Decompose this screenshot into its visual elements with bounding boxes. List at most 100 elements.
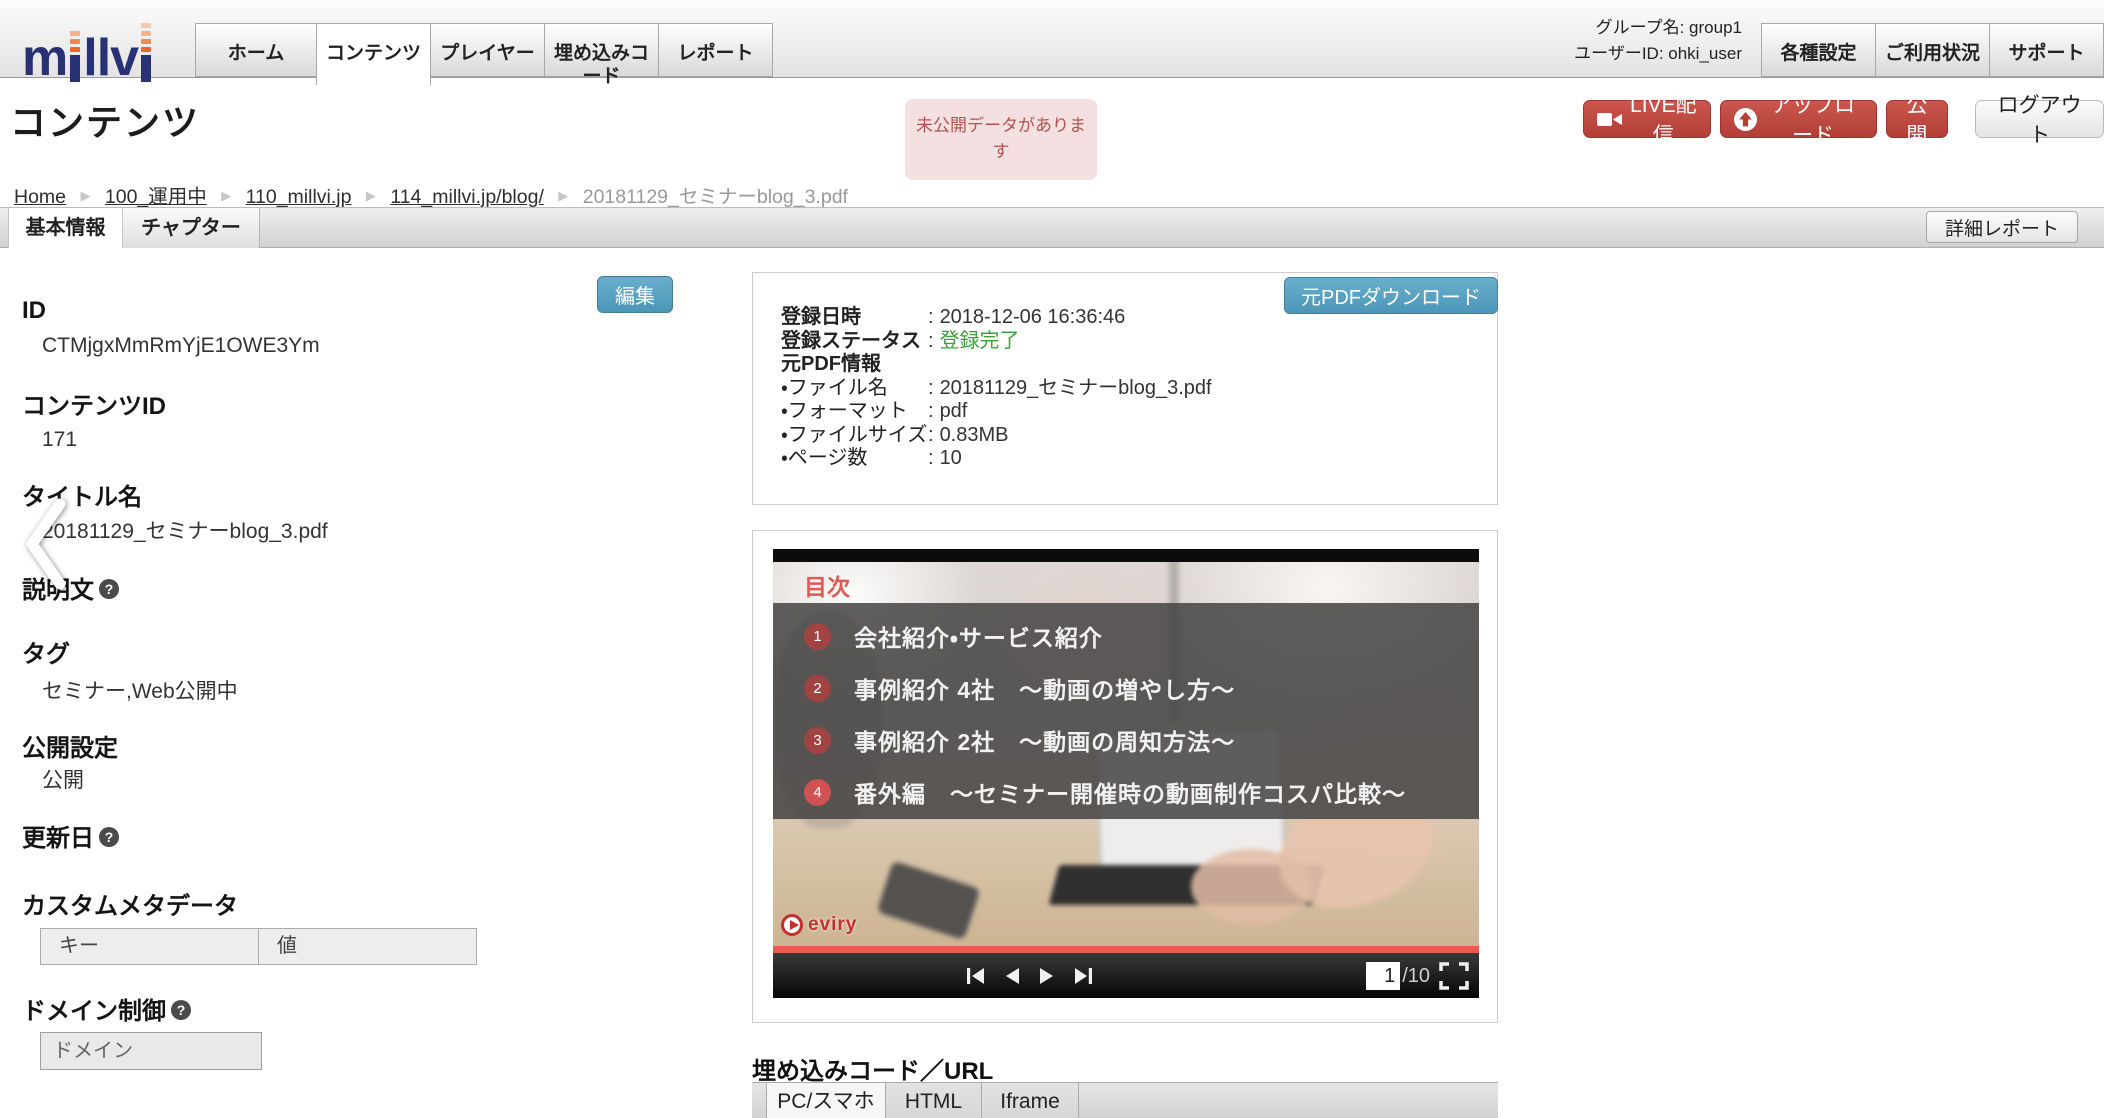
eviry-logo: eviry	[781, 914, 857, 936]
tags-value: セミナー,Web公開中	[42, 680, 238, 703]
player-progress-bar[interactable]	[773, 946, 1479, 953]
registration-row: ・ページ数:10	[781, 447, 962, 469]
top-bar: m llv ホーム コンテンツ プレイヤー 埋め込みコード レポート グループ名…	[0, 0, 2104, 87]
edit-button[interactable]: 編集	[597, 276, 673, 313]
toc-number-badge: 3	[804, 726, 831, 754]
tab-pc-smartphone[interactable]: PC/スマホ	[766, 1083, 886, 1118]
upload-button[interactable]: アップロード	[1719, 94, 1877, 147]
group-name: グループ名: group1	[1595, 18, 1742, 37]
page: m llv ホーム コンテンツ プレイヤー 埋め込みコード レポート グループ名…	[0, 0, 2104, 1118]
utility-nav: 各種設定 ご利用状況 サポート	[1761, 23, 2104, 77]
tab-settings[interactable]: 各種設定	[1761, 23, 1876, 77]
metadata-value-header: 値	[258, 929, 476, 964]
publish-button[interactable]: 公開	[1885, 94, 1949, 147]
tab-report[interactable]: レポート	[658, 23, 773, 77]
registration-rows: 登録日時:2018-12-06 16:36:46 登録ステータス: 登録完了 元P…	[781, 306, 1212, 471]
logo-text: llv	[83, 29, 139, 87]
custom-metadata-table: キー 値	[40, 928, 477, 965]
breadcrumb-link-folder-114[interactable]: 114_millvi.jp/blog/	[390, 186, 544, 208]
help-icon[interactable]: ?	[99, 827, 119, 847]
tab-contents[interactable]: コンテンツ	[316, 23, 431, 85]
millvi-logo[interactable]: m llv	[22, 20, 154, 87]
help-icon[interactable]: ?	[171, 1000, 191, 1020]
player-top-bar	[773, 549, 1479, 562]
tab-basic-info[interactable]: 基本情報	[8, 208, 123, 248]
content-id-value: 171	[42, 428, 78, 451]
toc-item: 4 番外編 ～セミナー開催時の動画制作コスパ比較～	[804, 775, 1406, 809]
previous-content-chevron-icon[interactable]	[20, 496, 72, 592]
toc-number-badge: 4	[804, 778, 831, 806]
breadcrumb-link-home[interactable]: Home	[14, 186, 66, 208]
section-tab-strip: 基本情報 チャプター	[0, 207, 2104, 248]
logo-i-bars-icon	[141, 20, 152, 82]
tab-home[interactable]: ホーム	[195, 23, 317, 77]
tab-chapter[interactable]: チャプター	[123, 208, 260, 248]
previous-page-icon[interactable]	[1002, 964, 1022, 988]
title-value: 20181129_セミナーblog_3.pdf	[42, 520, 328, 543]
registration-row: ・ファイル名:20181129_セミナーblog_3.pdf	[781, 376, 1212, 399]
video-camera-icon	[1597, 112, 1623, 127]
updated-date-label: 更新日?	[22, 826, 119, 852]
publish-setting-label: 公開設定	[22, 735, 118, 762]
embed-code-heading: 埋め込みコード／URL	[752, 1058, 994, 1085]
next-page-icon[interactable]	[1037, 964, 1057, 988]
domain-input[interactable]	[40, 1032, 262, 1070]
page-title: コンテンツ	[10, 102, 201, 143]
tab-support[interactable]: サポート	[1989, 23, 2104, 77]
breadcrumb-separator-icon: ▶	[365, 188, 376, 203]
pdf-player: 目次 1 会社紹介・サービス紹介 2 事例紹介 4社 ～動画の増やし方～ 3 事…	[773, 549, 1479, 998]
content-id-label: コンテンツID	[22, 393, 166, 420]
player-control-bar: /10	[773, 953, 1479, 998]
upload-arrow-icon	[1733, 107, 1757, 131]
breadcrumb-separator-icon: ▶	[558, 188, 569, 203]
registration-row: ・フォーマット: pdf	[781, 400, 968, 422]
embed-code-tabs: PC/スマホ HTML Iframe	[752, 1082, 1498, 1118]
first-page-icon[interactable]	[963, 964, 987, 988]
publish-setting-value: 公開	[42, 769, 84, 792]
page-indicator: /10	[1366, 961, 1470, 991]
registration-row: 登録ステータス: 登録完了	[781, 329, 1020, 352]
breadcrumb-link-folder-100[interactable]: 100_運用中	[105, 186, 207, 208]
registration-row: 元PDF情報:	[781, 353, 881, 375]
user-info: グループ名: group1 ユーザーID: ohki_user	[1574, 15, 1742, 68]
metadata-key-header: キー	[59, 935, 99, 957]
fullscreen-icon[interactable]	[1438, 961, 1470, 991]
logout-button[interactable]: ログアウト	[1975, 94, 2104, 147]
total-pages: /10	[1402, 964, 1430, 987]
current-page-input[interactable]	[1366, 962, 1401, 990]
tab-usage[interactable]: ご利用状況	[1875, 23, 1990, 77]
toc-number-badge: 2	[804, 674, 831, 702]
tags-label: タグ	[22, 641, 70, 668]
main-nav: ホーム コンテンツ プレイヤー 埋め込みコード レポート	[195, 23, 773, 87]
toc-item: 1 会社紹介・サービス紹介	[804, 619, 1103, 653]
help-icon[interactable]: ?	[99, 579, 119, 599]
toc-item: 2 事例紹介 4社 ～動画の増やし方～	[804, 671, 1235, 705]
detail-report-button[interactable]: 詳細レポート	[1925, 211, 2078, 243]
unpublished-data-notice: 未公開データがあります	[905, 99, 1097, 180]
tab-player[interactable]: プレイヤー	[430, 23, 545, 77]
toc-item: 3 事例紹介 2社 ～動画の周知方法～	[804, 723, 1235, 757]
tab-html[interactable]: HTML	[886, 1083, 982, 1118]
breadcrumb-link-folder-110[interactable]: 110_millvi.jp	[246, 186, 352, 208]
registration-row: 登録日時:2018-12-06 16:36:46	[781, 306, 1126, 328]
id-value: CTMjgxMmRmYjE1OWE3Ym	[42, 334, 320, 357]
logo-i-bars-icon	[70, 28, 81, 82]
user-id: ユーザーID: ohki_user	[1574, 44, 1742, 64]
last-page-icon[interactable]	[1072, 964, 1096, 988]
player-transport-controls	[963, 964, 1111, 988]
breadcrumb-separator-icon: ▶	[221, 188, 232, 203]
registration-row: ・ファイルサイズ:0.83MB	[781, 423, 1009, 446]
eviry-play-icon	[781, 914, 803, 936]
breadcrumb-separator-icon: ▶	[80, 188, 91, 203]
tab-embed-code[interactable]: 埋め込みコード	[544, 23, 659, 87]
slide-preview: 目次 1 会社紹介・サービス紹介 2 事例紹介 4社 ～動画の増やし方～ 3 事…	[773, 562, 1479, 946]
pdf-preview-box: 目次 1 会社紹介・サービス紹介 2 事例紹介 4社 ～動画の増やし方～ 3 事…	[752, 530, 1498, 1023]
registration-info-box: 元PDFダウンロード 登録日時:2018-12-06 16:36:46 登録ステ…	[752, 272, 1498, 505]
toc-number-badge: 1	[804, 622, 831, 650]
logo-text: m	[22, 29, 68, 87]
live-stream-button[interactable]: LIVE配信	[1583, 94, 1711, 147]
status-badge: 登録完了	[939, 329, 1020, 352]
pdf-download-button[interactable]: 元PDFダウンロード	[1284, 277, 1498, 314]
tab-iframe[interactable]: Iframe	[982, 1083, 1079, 1118]
breadcrumb: Home ▶ 100_運用中 ▶ 110_millvi.jp ▶ 114_mil…	[14, 180, 848, 209]
